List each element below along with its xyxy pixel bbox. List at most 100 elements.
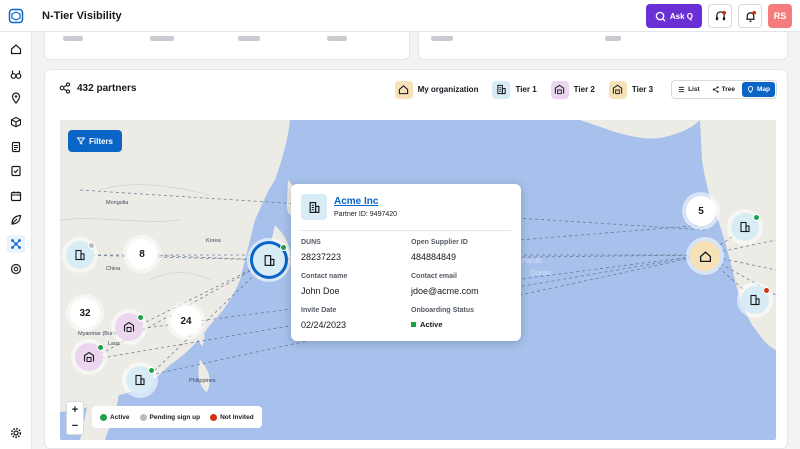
- supplier-id-value: 484884849: [411, 252, 457, 262]
- app-logo-icon[interactable]: [0, 0, 32, 32]
- notifications-button[interactable]: [738, 4, 762, 28]
- warehouse-icon: [123, 321, 135, 332]
- checklist-icon[interactable]: [7, 162, 25, 180]
- partners-count: 432 partners: [77, 82, 137, 94]
- leaf-icon[interactable]: [7, 211, 25, 229]
- tier-legend: My organization Tier 1 Tier 2 Tier 3 Lis…: [394, 80, 777, 99]
- zoom-controls: + −: [66, 401, 84, 435]
- calendar-icon[interactable]: [7, 187, 25, 205]
- status-legend: Active Pending sign up Not Invited: [92, 406, 262, 428]
- status-dot: [148, 367, 155, 374]
- warehouse-icon: [608, 80, 627, 99]
- status-dot: [280, 244, 287, 251]
- invite-date-value: 02/24/2023: [301, 320, 347, 330]
- building-icon: [264, 254, 274, 266]
- binoculars-icon[interactable]: [7, 65, 25, 83]
- duns-label: DUNS: [301, 239, 321, 246]
- settings-gear-icon[interactable]: [7, 424, 25, 442]
- ask-q-label: Ask Q: [669, 11, 693, 21]
- bell-icon: [745, 10, 756, 22]
- tier-label: Tier 3: [631, 85, 654, 94]
- ask-q-icon: [655, 11, 666, 22]
- map-label-china: China: [106, 266, 121, 272]
- contact-name-label: Contact name: [301, 273, 348, 280]
- top-bar: N-Tier Visibility Ask Q RS: [0, 0, 800, 32]
- warehouse-icon: [550, 80, 569, 99]
- onboarding-status-value: Active: [420, 320, 443, 329]
- invite-date-label: Invite Date: [301, 307, 337, 314]
- home-icon[interactable]: [7, 40, 25, 58]
- package-icon[interactable]: [7, 113, 25, 131]
- house-icon: [394, 80, 413, 99]
- summary-card-right: [418, 32, 788, 60]
- map-label-philippines: Philippines: [189, 378, 216, 384]
- contact-email-value: jdoe@acme.com: [411, 286, 479, 296]
- list-icon: [678, 86, 685, 93]
- map-pin-icon: [747, 86, 754, 93]
- map-label-korea: Korea: [206, 238, 221, 244]
- status-dot: [97, 344, 104, 351]
- app-title: N-Tier Visibility: [42, 9, 122, 22]
- map-label-pacific: Pacific: [522, 258, 543, 265]
- network-icon[interactable]: [7, 235, 25, 253]
- partner-node[interactable]: [126, 366, 155, 394]
- support-button[interactable]: [708, 4, 732, 28]
- sidebar: [0, 32, 32, 449]
- partner-node[interactable]: [75, 343, 104, 371]
- tier-3: Tier 3: [608, 80, 654, 99]
- map-label-ocean: Ocean: [530, 270, 551, 277]
- building-icon: [135, 374, 145, 386]
- status-dot: [137, 314, 144, 321]
- divider: [301, 230, 511, 231]
- headset-icon: [715, 10, 726, 20]
- view-map-button[interactable]: Map: [742, 82, 775, 97]
- user-avatar[interactable]: RS: [768, 4, 792, 28]
- cluster-marker[interactable]: 24: [171, 306, 201, 336]
- partners-network-icon: [59, 82, 71, 94]
- ask-q-button[interactable]: Ask Q: [645, 4, 702, 28]
- legend-dot: [210, 413, 218, 421]
- partner-node-selected[interactable]: [253, 244, 287, 276]
- partner-node[interactable]: [741, 286, 770, 314]
- status-dot: [763, 287, 770, 294]
- partner-id: Partner ID: 9497420: [334, 211, 398, 218]
- supplier-id-label: Open Supplier ID: [411, 239, 468, 246]
- filters-button[interactable]: Filters: [68, 130, 123, 152]
- summary-card-left: [44, 32, 410, 60]
- map-label-laos: Laos: [108, 341, 120, 347]
- onboarding-status-label: Onboarding Status: [411, 307, 474, 314]
- location-icon[interactable]: [7, 89, 25, 107]
- tier-label: My organization: [417, 85, 479, 94]
- view-list-button[interactable]: List: [673, 82, 705, 97]
- legend-item-active: Active: [100, 413, 130, 421]
- status-indicator: [411, 322, 416, 327]
- cluster-marker[interactable]: 32: [70, 298, 100, 328]
- tier-1: Tier 1: [492, 80, 537, 99]
- partner-node[interactable]: [115, 313, 144, 341]
- status-dot: [753, 214, 760, 221]
- legend-dot: [139, 413, 147, 421]
- tree-icon: [712, 86, 719, 93]
- legend-dot: [100, 413, 107, 421]
- filter-icon: [77, 137, 85, 145]
- my-organization-node[interactable]: [690, 241, 720, 271]
- tier-label: Tier 2: [573, 85, 595, 94]
- view-tree-button[interactable]: Tree: [707, 82, 740, 97]
- partner-node[interactable]: [66, 241, 95, 269]
- zoom-out-button[interactable]: −: [72, 420, 78, 432]
- zoom-in-button[interactable]: +: [72, 404, 78, 416]
- document-icon[interactable]: [7, 138, 25, 156]
- partner-name-link[interactable]: Acme Inc: [334, 196, 378, 207]
- building-icon: [301, 194, 327, 220]
- tier-my-organization: My organization: [394, 80, 479, 99]
- partner-node[interactable]: [731, 213, 760, 241]
- view-switcher: List Tree Map: [671, 80, 777, 99]
- cluster-marker[interactable]: 5: [686, 196, 716, 226]
- building-icon: [740, 221, 750, 233]
- onboarding-status: Active: [411, 320, 443, 329]
- map-label-mongolia: Mongolia: [106, 200, 129, 206]
- cluster-marker[interactable]: 8: [127, 239, 157, 269]
- warehouse-icon: [83, 351, 95, 362]
- contact-name-value: John Doe: [301, 286, 340, 296]
- gauge-icon[interactable]: [7, 260, 25, 278]
